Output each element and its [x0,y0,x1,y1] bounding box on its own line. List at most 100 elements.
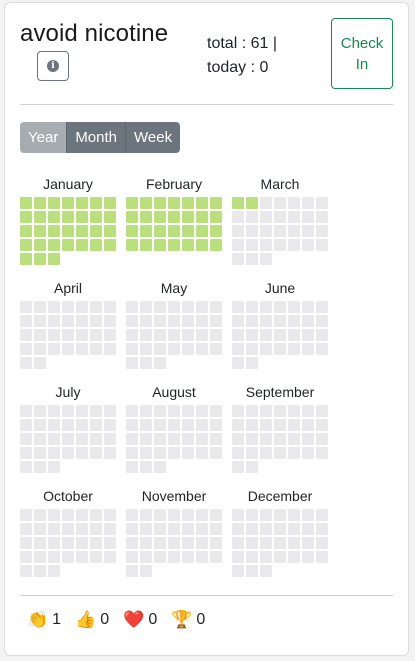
day-cell[interactable] [20,343,32,355]
day-cell[interactable] [316,447,328,459]
day-cell[interactable] [232,509,244,521]
info-button[interactable]: i [37,51,69,81]
day-cell[interactable] [288,523,300,535]
day-cell[interactable] [34,433,46,445]
day-cell[interactable] [104,343,116,355]
day-cell[interactable] [90,329,102,341]
day-cell[interactable] [76,509,88,521]
day-cell[interactable] [196,419,208,431]
day-cell[interactable] [48,343,60,355]
day-cell[interactable] [154,301,166,313]
day-cell[interactable] [260,315,272,327]
day-cell[interactable] [182,343,194,355]
day-cell[interactable] [168,419,180,431]
day-cell[interactable] [140,329,152,341]
day-cell[interactable] [154,343,166,355]
day-cell[interactable] [246,211,258,223]
day-cell[interactable] [126,537,138,549]
day-cell[interactable] [182,537,194,549]
day-cell[interactable] [62,537,74,549]
day-cell-done[interactable] [182,211,194,223]
day-cell[interactable] [48,461,60,473]
day-cell-done[interactable] [48,225,60,237]
day-cell[interactable] [246,315,258,327]
day-cell[interactable] [302,239,314,251]
day-cell[interactable] [246,253,258,265]
day-cell[interactable] [232,343,244,355]
day-cell[interactable] [274,211,286,223]
day-cell[interactable] [154,405,166,417]
day-cell[interactable] [288,239,300,251]
day-cell-done[interactable] [90,197,102,209]
day-cell[interactable] [76,405,88,417]
day-cell[interactable] [62,301,74,313]
day-cell[interactable] [302,419,314,431]
day-cell[interactable] [260,565,272,577]
day-cell-done[interactable] [210,225,222,237]
day-cell[interactable] [140,433,152,445]
day-cell[interactable] [274,239,286,251]
day-cell[interactable] [20,301,32,313]
day-cell[interactable] [288,419,300,431]
day-cell-done[interactable] [196,225,208,237]
day-cell[interactable] [316,433,328,445]
day-cell[interactable] [126,551,138,563]
day-cell[interactable] [274,509,286,521]
day-cell[interactable] [316,343,328,355]
day-cell[interactable] [316,329,328,341]
day-cell[interactable] [274,551,286,563]
day-cell[interactable] [288,315,300,327]
day-cell[interactable] [76,301,88,313]
day-cell-done[interactable] [140,197,152,209]
day-cell[interactable] [260,537,272,549]
day-cell[interactable] [302,197,314,209]
view-week-button[interactable]: Week [126,122,181,153]
day-cell[interactable] [182,301,194,313]
day-cell[interactable] [62,329,74,341]
day-cell[interactable] [126,357,138,369]
day-cell[interactable] [140,565,152,577]
day-cell[interactable] [104,301,116,313]
day-cell[interactable] [34,523,46,535]
day-cell[interactable] [288,433,300,445]
day-cell[interactable] [104,509,116,521]
day-cell[interactable] [210,509,222,521]
day-cell[interactable] [168,551,180,563]
day-cell-done[interactable] [76,197,88,209]
day-cell[interactable] [76,537,88,549]
day-cell[interactable] [126,565,138,577]
day-cell[interactable] [246,551,258,563]
day-cell[interactable] [210,537,222,549]
day-cell[interactable] [182,315,194,327]
day-cell[interactable] [260,343,272,355]
day-cell[interactable] [288,537,300,549]
day-cell[interactable] [62,551,74,563]
day-cell[interactable] [274,419,286,431]
day-cell[interactable] [104,315,116,327]
day-cell[interactable] [260,301,272,313]
day-cell[interactable] [48,315,60,327]
day-cell-done[interactable] [154,225,166,237]
day-cell-done[interactable] [104,197,116,209]
day-cell[interactable] [90,419,102,431]
day-cell[interactable] [260,509,272,521]
day-cell[interactable] [62,405,74,417]
day-cell[interactable] [288,447,300,459]
day-cell[interactable] [260,405,272,417]
day-cell-done[interactable] [196,197,208,209]
day-cell[interactable] [302,315,314,327]
day-cell-done[interactable] [196,211,208,223]
day-cell[interactable] [20,315,32,327]
reaction-clap[interactable]: 👏 1 [27,610,61,630]
day-cell[interactable] [274,225,286,237]
day-cell[interactable] [246,509,258,521]
day-cell[interactable] [316,197,328,209]
day-cell[interactable] [260,551,272,563]
day-cell-done[interactable] [62,239,74,251]
day-cell[interactable] [48,447,60,459]
day-cell[interactable] [246,357,258,369]
day-cell[interactable] [126,419,138,431]
day-cell[interactable] [196,523,208,535]
day-cell[interactable] [62,433,74,445]
day-cell[interactable] [140,343,152,355]
